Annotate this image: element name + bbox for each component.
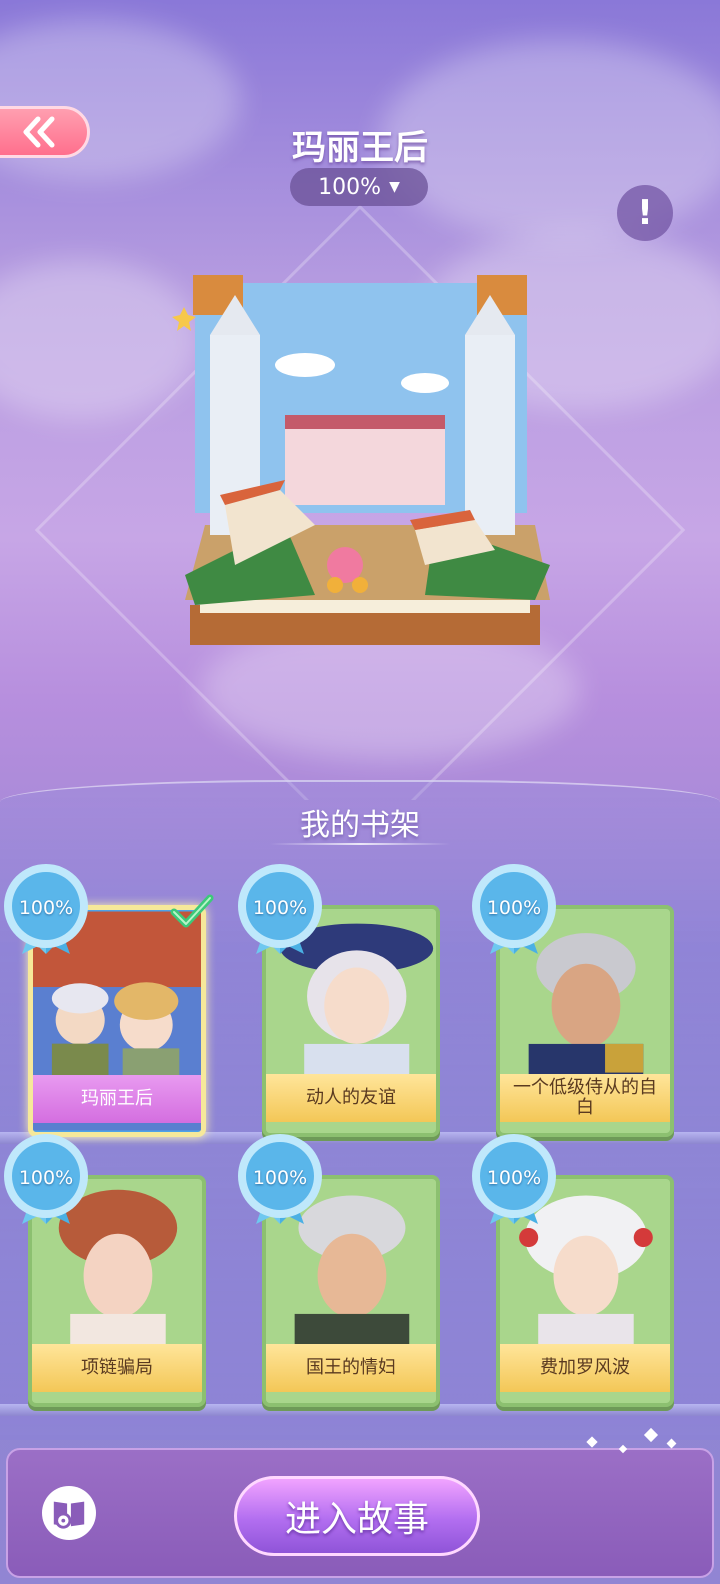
progress-badge: 100%: [0, 862, 92, 954]
book-title: 国王的情妇: [266, 1344, 436, 1392]
book-title: 费加罗风波: [500, 1344, 670, 1392]
progress-badge: 100%: [234, 862, 326, 954]
book-title: 项链骗局: [32, 1344, 202, 1392]
shelf-title: 我的书架: [300, 808, 420, 843]
progress-value: 100%: [318, 174, 382, 200]
book-settings-button[interactable]: [42, 1486, 96, 1540]
progress-dropdown[interactable]: 100% ▼: [290, 168, 428, 206]
progress-badge: 100%: [468, 1132, 560, 1224]
book-title: 动人的友谊: [266, 1074, 436, 1122]
book-title: 玛丽王后: [33, 1075, 201, 1123]
badge-percent: 100%: [252, 897, 308, 919]
story-title: 玛丽王后: [292, 128, 428, 168]
badge-percent: 100%: [18, 897, 74, 919]
popup-book-illustration: [172, 275, 550, 645]
enter-story-button[interactable]: 进入故事: [234, 1476, 480, 1556]
checkmark-icon: [170, 894, 214, 928]
badge-percent: 100%: [486, 897, 542, 919]
badge-percent: 100%: [252, 1167, 308, 1189]
caret-down-icon: ▼: [389, 179, 400, 195]
badge-percent: 100%: [18, 1167, 74, 1189]
sparkle-decoration: [666, 1438, 677, 1449]
book-gear-icon: [53, 1501, 85, 1529]
info-button[interactable]: !: [617, 185, 673, 241]
badge-percent: 100%: [486, 1167, 542, 1189]
progress-badge: 100%: [0, 1132, 92, 1224]
progress-badge: 100%: [234, 1132, 326, 1224]
shelf-title-divider: [270, 843, 450, 845]
book-title: 一个低级侍从的自白: [500, 1074, 670, 1122]
enter-story-label: 进入故事: [284, 1499, 429, 1540]
exclamation-icon: !: [637, 193, 653, 233]
progress-badge: 100%: [468, 862, 560, 954]
